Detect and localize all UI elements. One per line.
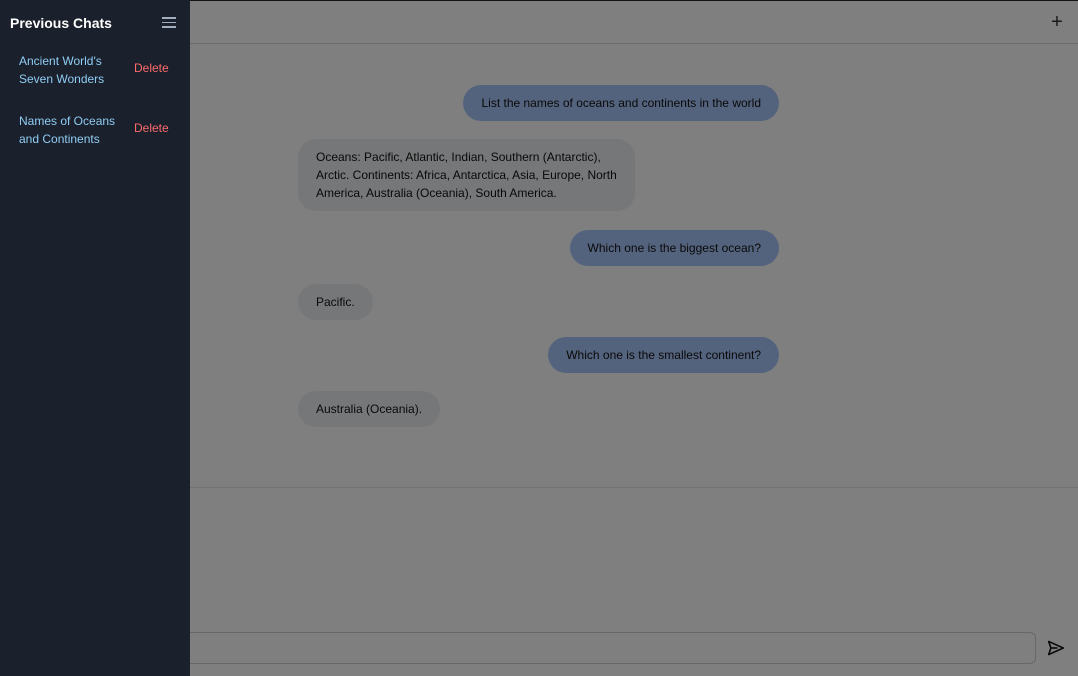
chat-app: + List the names of oceans and continent… xyxy=(0,0,1078,676)
chat-item: Names of Oceans and Continents Delete xyxy=(19,112,184,152)
hamburger-menu-icon[interactable] xyxy=(162,17,176,29)
chat-title-link[interactable]: Names of Oceans and Continents xyxy=(19,112,124,148)
chat-title-link[interactable]: Ancient World's Seven Wonders xyxy=(19,52,124,88)
delete-chat-button[interactable]: Delete xyxy=(134,61,169,75)
chat-item: Ancient World's Seven Wonders Delete xyxy=(19,52,184,92)
sidebar: Previous Chats Ancient World's Seven Won… xyxy=(0,0,190,676)
sidebar-title: Previous Chats xyxy=(10,15,112,31)
delete-chat-button[interactable]: Delete xyxy=(134,121,169,135)
